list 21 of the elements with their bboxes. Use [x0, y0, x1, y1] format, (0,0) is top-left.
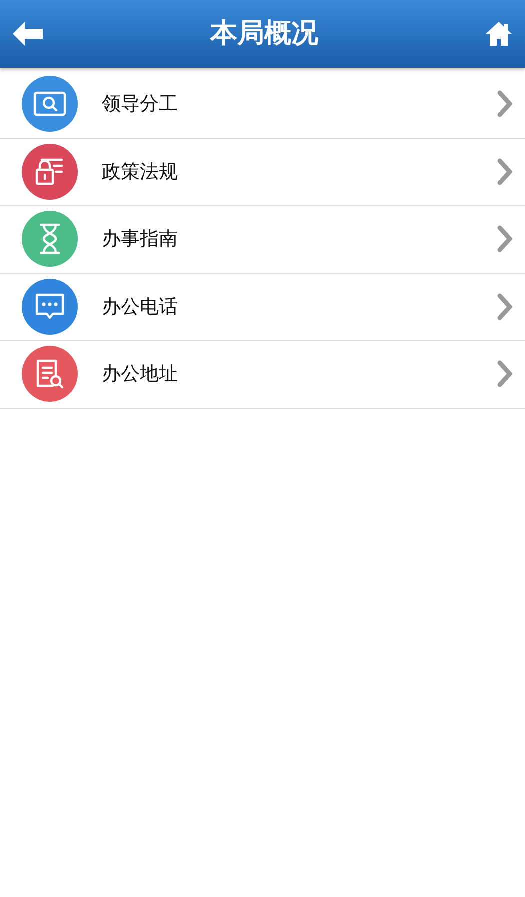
magnifier-icon	[33, 91, 67, 118]
menu-label: 领导分工	[102, 92, 179, 117]
chevron-right-icon	[497, 90, 513, 118]
hourglass-icon	[38, 223, 62, 256]
chevron-right-icon	[497, 225, 513, 254]
menu-item[interactable]: 办事指南	[0, 206, 525, 274]
menu-label: 政策法规	[102, 160, 179, 184]
chevron-right-icon	[497, 292, 513, 321]
chevron-right-icon	[497, 158, 513, 186]
document-search-icon	[35, 358, 65, 390]
chevron-right-icon	[497, 360, 513, 388]
menu-item[interactable]: 领导分工	[0, 71, 525, 138]
page-title: 本局概况	[210, 16, 318, 51]
menu-item[interactable]: 办公电话	[0, 274, 525, 341]
menu-label: 办公地址	[102, 362, 179, 387]
menu-label: 办公电话	[102, 294, 179, 320]
lock-icon	[34, 156, 66, 187]
menu-item[interactable]: 办公地址	[0, 341, 525, 408]
chat-bubble-icon	[34, 292, 66, 322]
menu-label: 办事指南	[102, 227, 179, 252]
menu-item[interactable]: 政策法规	[0, 138, 525, 206]
